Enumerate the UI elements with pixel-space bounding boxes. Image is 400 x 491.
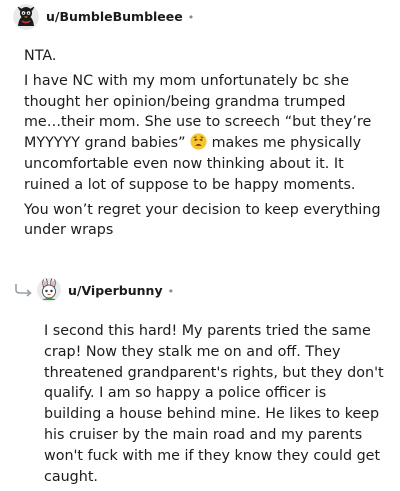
comment-paragraph: You won’t regret your decision to keep e… <box>24 201 381 239</box>
username[interactable]: u/BumbleBumbleee • <box>46 9 194 24</box>
avatar[interactable] <box>13 4 39 30</box>
separator-dot: • <box>187 11 195 24</box>
comment: u/BumbleBumbleee • NTA. I have NC with my… <box>0 0 400 238</box>
separator-dot: • <box>167 285 175 298</box>
username-text[interactable]: u/Viperbunny <box>68 283 163 298</box>
comment-header: u/BumbleBumbleee • <box>0 0 400 36</box>
cartoon-character-avatar-icon <box>13 4 39 30</box>
username-text[interactable]: u/BumbleBumbleee <box>46 9 183 24</box>
username[interactable]: u/Viperbunny • <box>68 283 174 298</box>
comment-paragraph: I have NC with my mom unfortunately bc s… <box>24 71 386 196</box>
reply-arrow-icon <box>15 284 32 297</box>
bunny-character-avatar-icon <box>37 278 61 302</box>
comment-body: NTA. I have NC with my mom unfortunately… <box>24 46 386 245</box>
comment-header: u/Viperbunny • <box>0 274 400 310</box>
tired-face-emoji-icon <box>190 133 207 150</box>
comment-body: I second this hard! My parents tried the… <box>44 321 386 491</box>
comment-paragraph: I second this hard! My parents tried the… <box>44 323 384 485</box>
reply-comment: u/Viperbunny • I second this hard! My par… <box>0 274 400 485</box>
avatar[interactable] <box>37 278 61 302</box>
comment-paragraph: NTA. <box>24 48 57 64</box>
